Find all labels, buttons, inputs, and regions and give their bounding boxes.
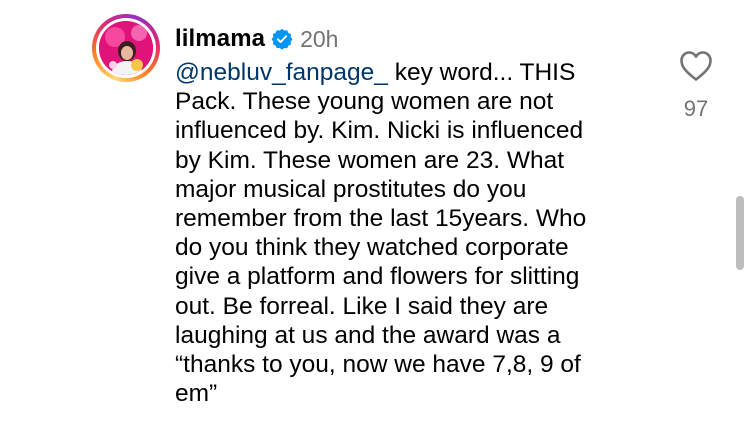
comment-line: by Kim. These women are 23. What — [175, 146, 564, 174]
avatar-story-ring[interactable] — [92, 14, 160, 82]
avatar-image — [99, 21, 153, 75]
avatar[interactable] — [99, 21, 153, 75]
comment-line: give a platform and flowers for slitting — [175, 263, 580, 291]
comment-text: @nebluv_fanpage_ key word... THIS Pack. T… — [175, 58, 655, 408]
comment-line: remember from the last 15years. Who — [175, 205, 587, 233]
comment-line: “thanks to you, now we have 7,8, 9 of — [175, 351, 581, 379]
username-link[interactable]: lilmama — [175, 25, 265, 53]
comment-line: influenced by. Kim. Nicki is influenced — [175, 117, 584, 145]
like-count[interactable]: 97 — [668, 96, 724, 122]
comment-line: major musical prostitutes do you — [175, 175, 527, 203]
comment-header: lilmama 20h — [175, 22, 338, 56]
timestamp: 20h — [300, 25, 339, 52]
comment-line: laughing at us and the award was a — [175, 321, 561, 349]
comment-line: out. Be forreal. Like I said they are — [175, 292, 549, 320]
like-column: 97 — [668, 50, 724, 122]
scrollbar-thumb[interactable] — [736, 196, 744, 270]
heart-outline-icon[interactable] — [679, 50, 713, 82]
comment-line: Pack. These young women are not — [175, 88, 554, 116]
mention-link[interactable]: @nebluv_fanpage_ — [175, 59, 388, 86]
verified-badge-icon — [271, 28, 293, 50]
comment-item: lilmama 20h @nebluv_fanpage_ key word...… — [0, 0, 750, 434]
comment-line: em” — [175, 380, 218, 408]
comment-line: key word... THIS — [387, 59, 576, 86]
comment-line: do you think they watched corporate — [175, 234, 569, 262]
